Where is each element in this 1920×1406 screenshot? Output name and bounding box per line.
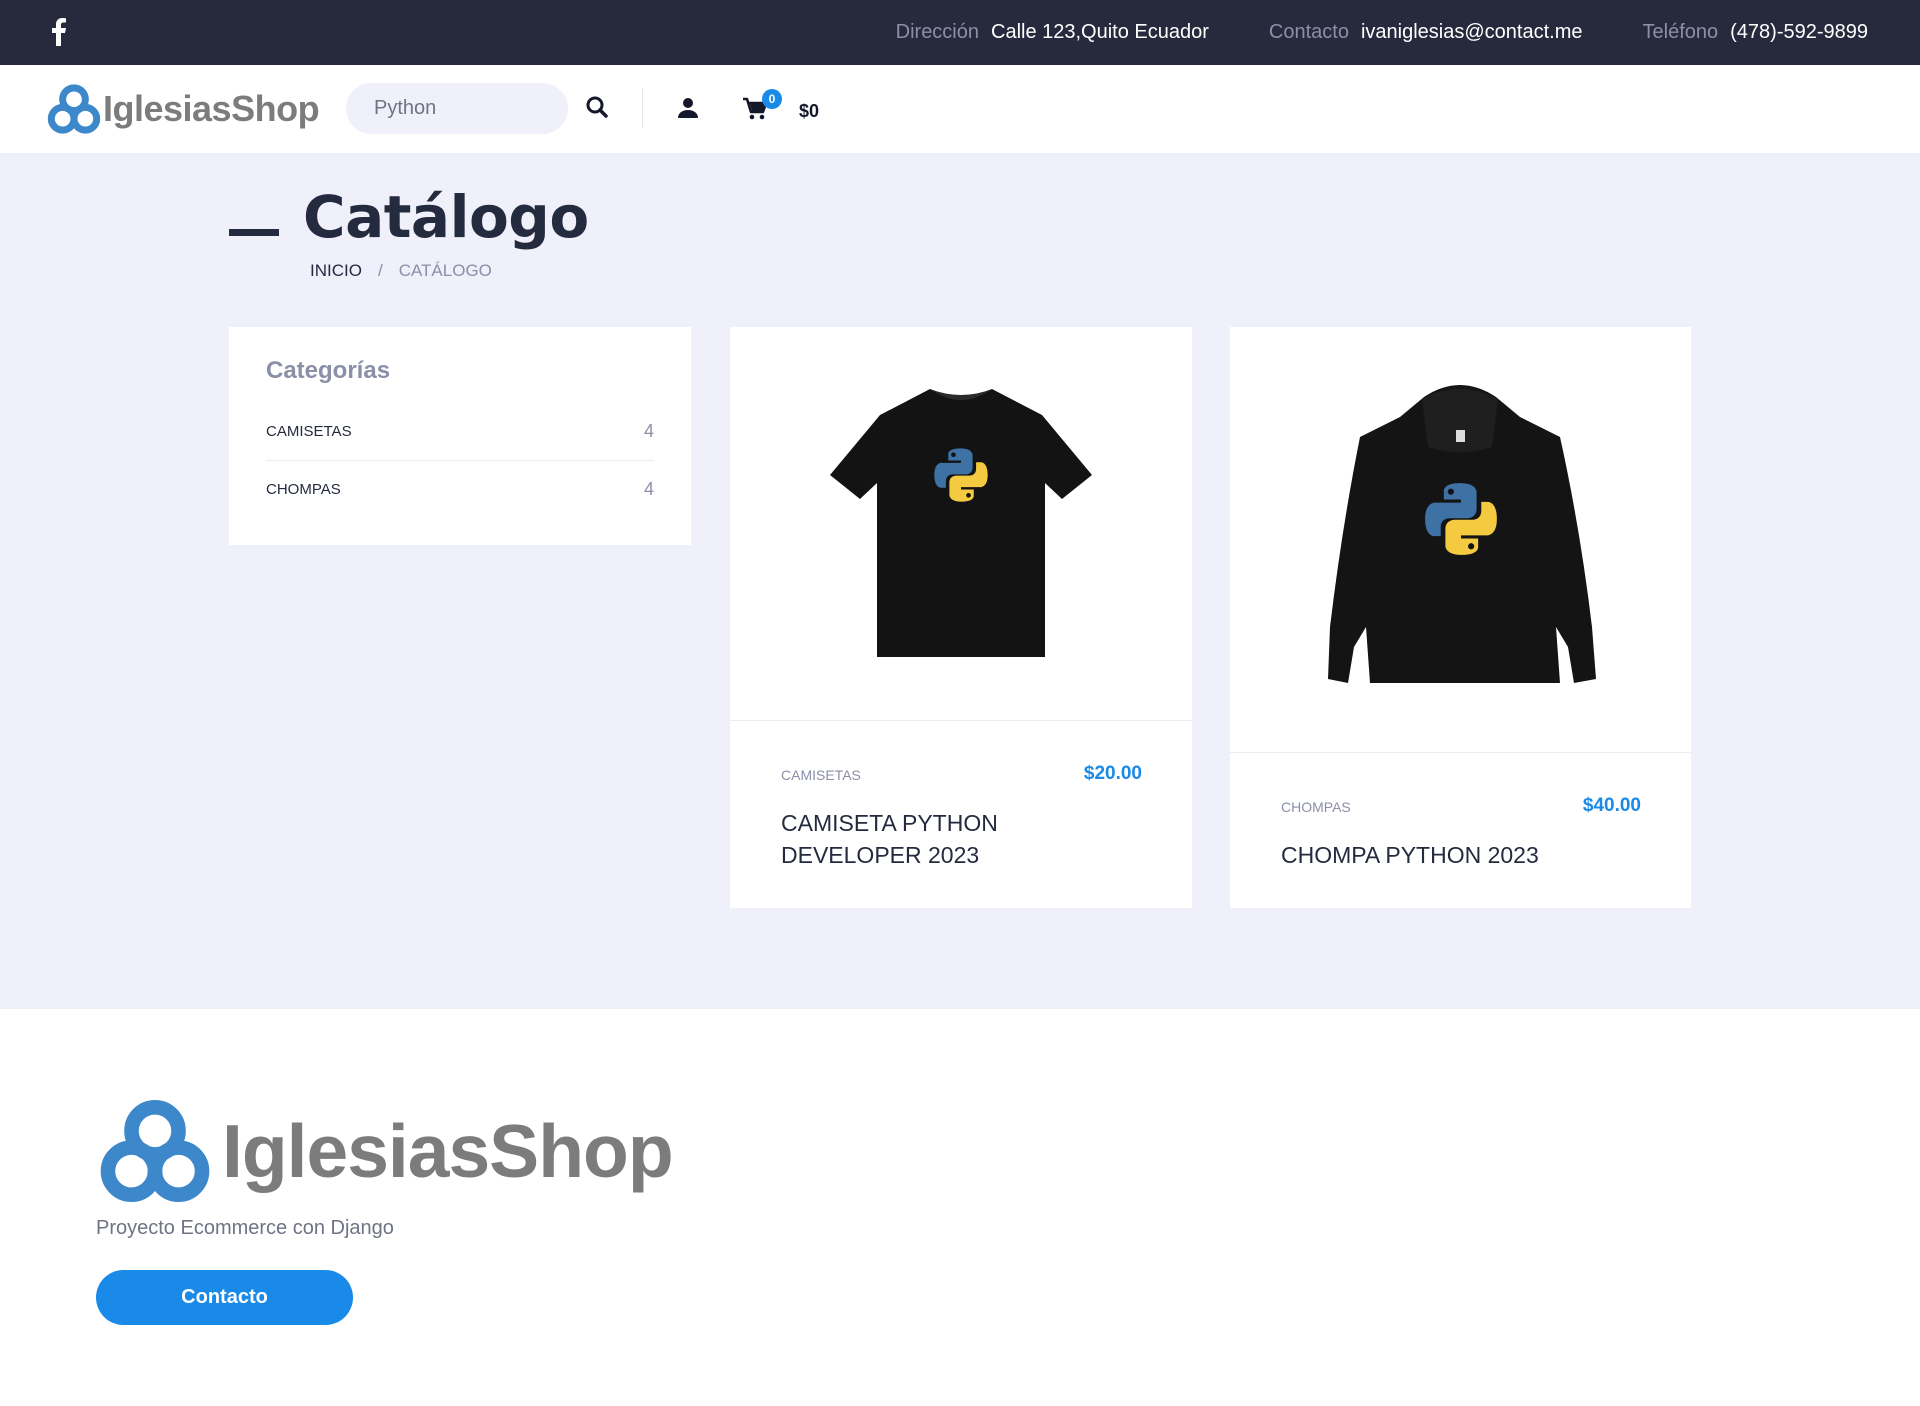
breadcrumb-separator: /	[377, 261, 383, 280]
site-logo[interactable]: IglesiasShop	[47, 82, 320, 136]
product-meta: CHOMPAS $40.00 CHOMPA PYTHON 2023	[1281, 795, 1641, 871]
user-icon[interactable]	[676, 96, 702, 122]
product-image[interactable]	[1230, 327, 1691, 753]
footer-tagline: Proyecto Ecommerce con Django	[96, 1217, 394, 1239]
address-info: Dirección Calle 123,Quito Ecuador	[896, 21, 1209, 44]
title-dash	[229, 229, 279, 236]
breadcrumb: INICIO / CATÁLOGO	[310, 261, 492, 281]
product-price: $20.00	[1083, 763, 1142, 784]
sidebar-title: Categorías	[266, 357, 391, 384]
hoodie-image	[1328, 385, 1596, 683]
category-item-camisetas[interactable]: CAMISETAS 4	[266, 403, 654, 460]
footer-logo[interactable]: IglesiasShop	[96, 1095, 674, 1207]
contact-label: Contacto	[1268, 21, 1349, 43]
category-count: 4	[643, 421, 654, 441]
cart-total[interactable]: $0	[799, 101, 819, 122]
search-input[interactable]	[346, 83, 568, 134]
search-icon[interactable]	[585, 95, 613, 123]
site-footer: IglesiasShop Proyecto Ecommerce con Djan…	[0, 1009, 1920, 1406]
email-info: Contacto ivaniglesias@contact.me	[1269, 21, 1583, 44]
contact-button[interactable]: Contacto	[96, 1270, 353, 1325]
facebook-icon[interactable]	[48, 18, 68, 46]
address-label: Dirección	[895, 21, 979, 43]
category-sidebar: Categorías CAMISETAS 4 CHOMPAS 4	[229, 327, 691, 545]
breadcrumb-current: CATÁLOGO	[398, 261, 492, 280]
address-value: Calle 123,Quito Ecuador	[991, 21, 1209, 43]
category-count: 4	[643, 478, 654, 499]
contact-email-link[interactable]: ivaniglesias@contact.me	[1361, 21, 1583, 44]
phone-info: Teléfono (478)-592-9899	[1643, 21, 1869, 44]
breadcrumb-home-link[interactable]: INICIO	[310, 261, 362, 281]
logo-icon	[47, 82, 101, 136]
header-divider	[642, 88, 643, 128]
product-meta: CAMISETAS $20.00 CAMISETA PYTHON DEVELOP…	[781, 763, 1142, 871]
logo-text: IglesiasShop	[103, 88, 320, 129]
category-name: CHOMPAS	[266, 480, 341, 498]
category-name: CAMISETAS	[266, 423, 352, 440]
cart-count-badge: 0	[762, 89, 782, 109]
phone-label: Teléfono	[1642, 21, 1719, 43]
top-bar: Dirección Calle 123,Quito Ecuador Contac…	[0, 0, 1920, 65]
product-name[interactable]: CHOMPA PYTHON 2023	[1281, 839, 1641, 871]
product-price: $40.00	[1582, 795, 1641, 816]
product-image[interactable]	[730, 327, 1192, 721]
catalog-section: Catálogo INICIO / CATÁLOGO Categorías CA…	[0, 153, 1920, 1009]
product-name[interactable]: CAMISETA PYTHON DEVELOPER 2023	[781, 807, 1142, 871]
contact-info: Dirección Calle 123,Quito Ecuador Contac…	[896, 0, 1868, 65]
phone-value[interactable]: (478)-592-9899	[1730, 21, 1868, 44]
page-title: Catálogo	[303, 183, 589, 251]
tshirt-image	[830, 389, 1092, 657]
logo-icon	[96, 1095, 214, 1207]
footer-logo-text: IglesiasShop	[222, 1109, 674, 1193]
site-header: IglesiasShop 0 $0	[0, 65, 1920, 153]
category-item-chompas[interactable]: CHOMPAS 4	[266, 460, 654, 517]
product-card[interactable]: CHOMPAS $40.00 CHOMPA PYTHON 2023	[1230, 327, 1691, 908]
product-card[interactable]: CAMISETAS $20.00 CAMISETA PYTHON DEVELOP…	[730, 327, 1192, 908]
